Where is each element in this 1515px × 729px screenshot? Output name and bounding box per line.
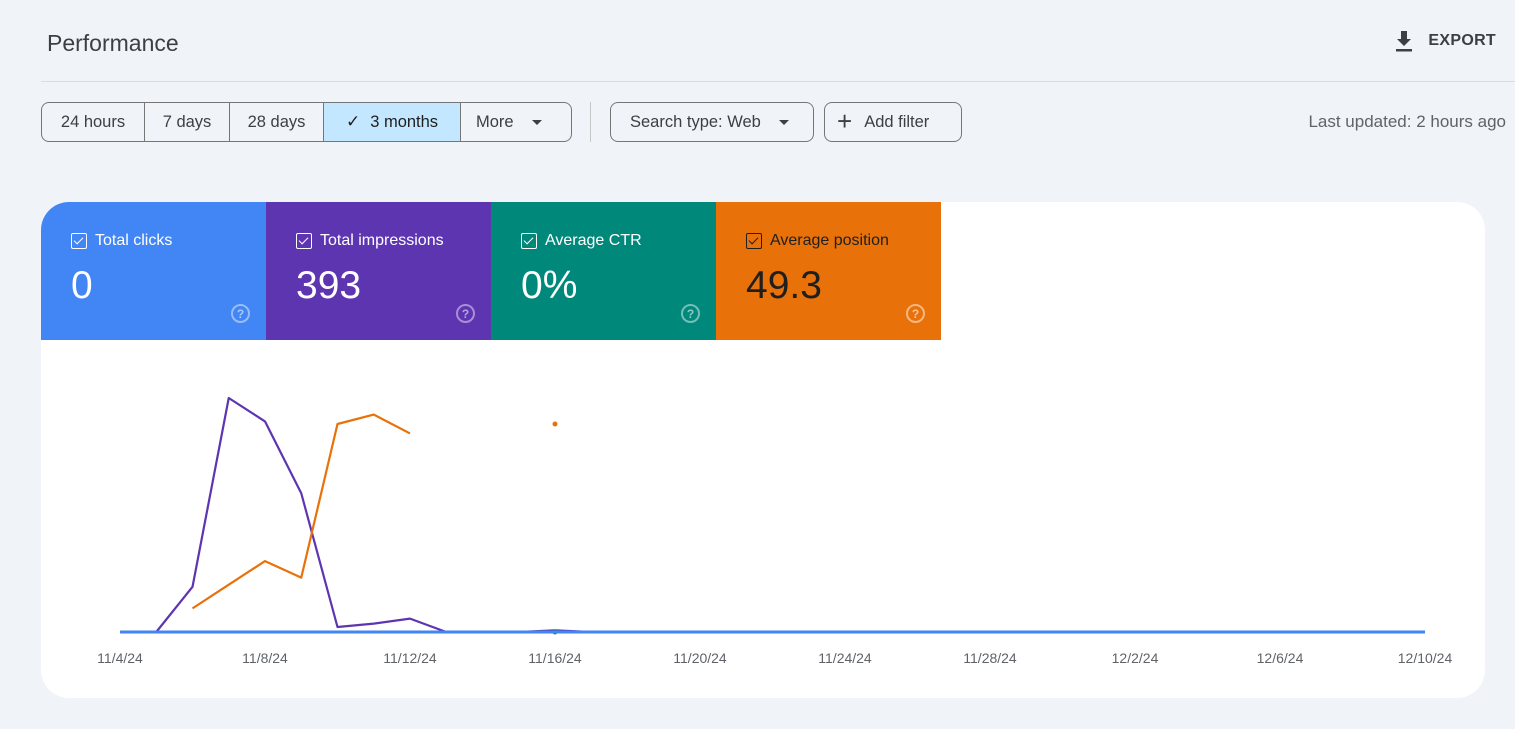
checkmark-icon: ✓ [345,112,361,131]
x-tick-label: 12/6/24 [1257,650,1304,666]
x-tick-label: 11/16/24 [528,650,582,666]
x-tick-label: 12/10/24 [1398,650,1453,666]
range-7-days-button[interactable]: 7 days [145,103,230,141]
metric-card-position[interactable]: Average position 49.3 ? [716,202,941,340]
checkbox-icon[interactable] [746,233,762,249]
add-filter-label: Add filter [864,112,930,131]
caret-down-icon [778,119,789,125]
x-tick-label: 12/2/24 [1112,650,1159,666]
download-icon [1396,31,1413,52]
metric-value: 49.3 [746,264,822,307]
x-tick-label: 11/8/24 [242,650,288,666]
date-range-selector: 24 hours 7 days 28 days ✓ 3 months More [41,102,572,142]
caret-down-icon [531,119,542,125]
x-tick-label: 11/4/24 [97,650,143,666]
filter-divider [590,102,591,142]
help-icon[interactable]: ? [906,304,925,323]
metric-card-impressions[interactable]: Total impressions 393 ? [266,202,491,340]
metric-label: Total impressions [320,232,444,249]
range-label: 7 days [162,112,212,131]
series-line-average-position [191,413,411,610]
help-icon[interactable]: ? [231,304,250,323]
metric-label: Total clicks [95,232,173,249]
x-tick-label: 11/24/24 [818,650,872,666]
range-24-hours-button[interactable]: 24 hours [42,103,145,141]
performance-card: 11/4/24 11/8/24 11/12/24 11/16/24 11/20/24 11… [41,202,1485,698]
metric-label: Average CTR [545,232,642,249]
metric-cards: Total clicks 0 ? Total impressions 393 ?… [41,202,941,340]
metric-value: 0 [71,264,93,307]
x-tick-label: 11/12/24 [383,650,437,666]
header-divider [41,81,1515,82]
help-icon[interactable]: ? [456,304,475,323]
metric-card-ctr[interactable]: Average CTR 0% ? [491,202,716,340]
page-title: Performance [47,30,179,56]
x-tick-label: 11/28/24 [963,650,1017,666]
search-type-label: Search type: Web [630,112,761,131]
plus-icon: + [837,105,853,136]
range-3-months-button[interactable]: ✓ 3 months [324,103,461,141]
range-28-days-button[interactable]: 28 days [230,103,324,141]
help-icon[interactable]: ? [681,304,700,323]
last-updated-text: Last updated: 2 hours ago [1308,112,1506,131]
x-tick-label: 11/20/24 [673,650,727,666]
metric-value: 0% [521,264,578,307]
metric-label: Average position [770,232,889,249]
series-point-average-position [552,421,558,427]
export-label: EXPORT [1428,32,1496,49]
range-label: More [476,112,514,131]
search-type-dropdown[interactable]: Search type: Web [610,102,814,142]
range-label: 3 months [370,112,439,131]
checkbox-icon[interactable] [296,233,312,249]
checkbox-icon[interactable] [71,233,87,249]
metric-card-clicks[interactable]: Total clicks 0 ? [41,202,266,340]
metric-value: 393 [296,264,362,307]
range-label: 28 days [247,112,306,131]
export-button[interactable]: EXPORT [1394,29,1496,53]
range-more-dropdown[interactable]: More [461,103,571,141]
add-filter-button[interactable]: + Add filter [824,102,962,142]
checkbox-icon[interactable] [521,233,537,249]
range-label: 24 hours [60,112,126,131]
